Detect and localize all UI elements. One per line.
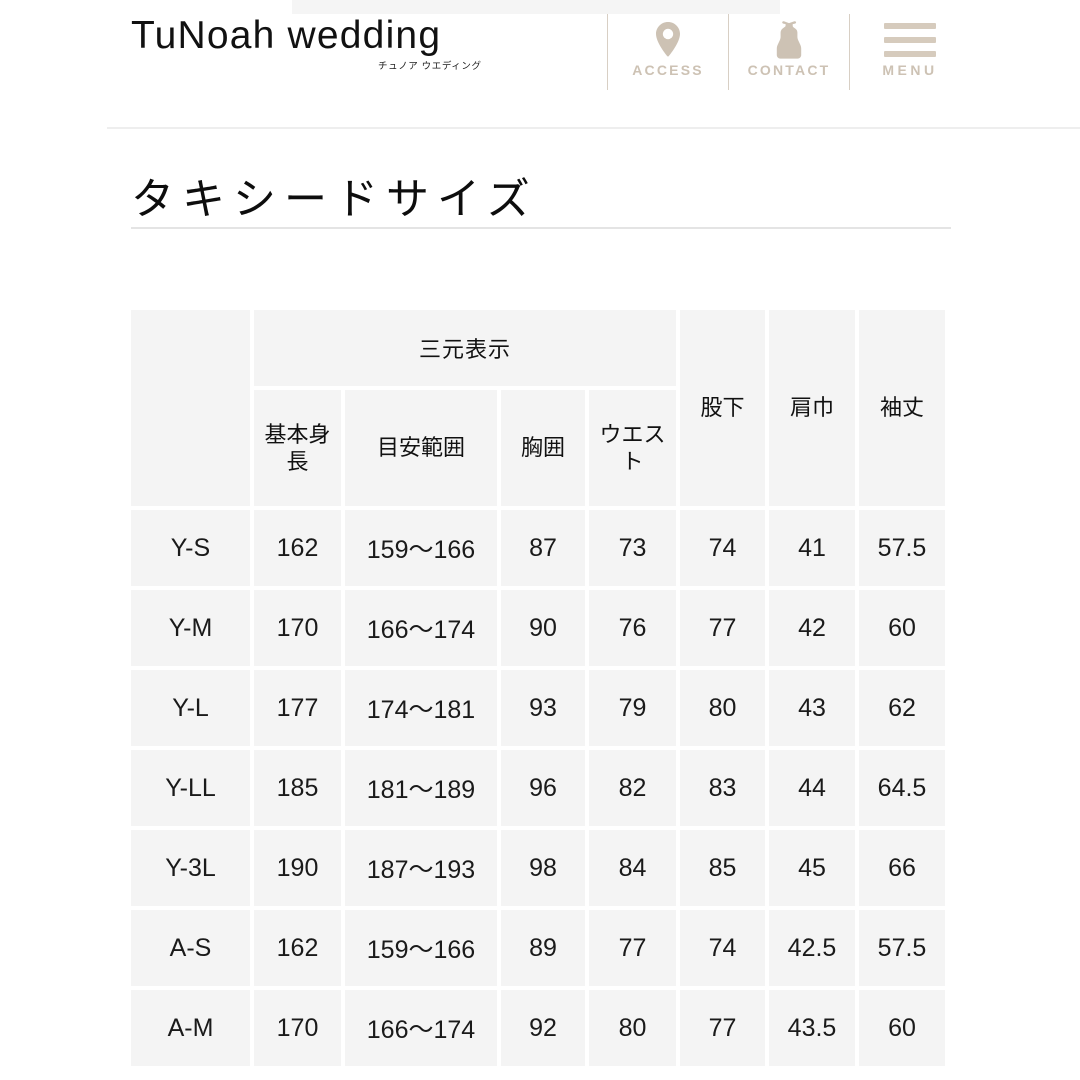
page-title: タキシードサイズ bbox=[131, 176, 538, 224]
cell-size-label: Y-M bbox=[131, 590, 250, 666]
cell-inseam: 85 bbox=[680, 830, 766, 906]
cell-inseam: 74 bbox=[680, 910, 766, 986]
cell-shoulder: 45 bbox=[769, 830, 856, 906]
cell-waist: 84 bbox=[589, 830, 677, 906]
cell-height-range: 187〜193 bbox=[345, 830, 497, 906]
table-header-chest: 胸囲 bbox=[501, 390, 585, 506]
cell-base-height: 162 bbox=[254, 910, 341, 986]
cell-waist: 79 bbox=[589, 670, 677, 746]
cell-chest: 92 bbox=[501, 990, 585, 1066]
cell-sleeve: 64.5 bbox=[859, 750, 946, 826]
cell-base-height: 170 bbox=[254, 590, 341, 666]
cell-size-label: A-S bbox=[131, 910, 250, 986]
nav-label-menu: MENU bbox=[882, 62, 938, 78]
cell-height-range: 159〜166 bbox=[345, 510, 497, 586]
cell-base-height: 190 bbox=[254, 830, 341, 906]
table-corner-cell bbox=[131, 310, 250, 506]
cell-sleeve: 66 bbox=[859, 830, 946, 906]
map-pin-icon bbox=[654, 20, 682, 60]
cell-waist: 77 bbox=[589, 910, 677, 986]
cell-inseam: 74 bbox=[680, 510, 766, 586]
cell-sleeve: 62 bbox=[859, 670, 946, 746]
table-row: A-S 162 159〜166 89 77 74 42.5 57.5 bbox=[131, 910, 946, 986]
cell-height-range: 166〜174 bbox=[345, 990, 497, 1066]
cell-chest: 96 bbox=[501, 750, 585, 826]
cell-height-range: 166〜174 bbox=[345, 590, 497, 666]
cell-base-height: 185 bbox=[254, 750, 341, 826]
table-head: 三元表示 股下 肩巾 袖丈 基本身長 目安範囲 胸囲 ウエスト bbox=[131, 310, 946, 506]
cell-height-range: 174〜181 bbox=[345, 670, 497, 746]
brand-logo-text: TuNoah wedding bbox=[131, 14, 442, 57]
cell-sleeve: 57.5 bbox=[859, 910, 946, 986]
brand-logo-subtitle: チュノア ウエディング bbox=[378, 61, 482, 72]
cell-size-label: Y-LL bbox=[131, 750, 250, 826]
cell-waist: 80 bbox=[589, 990, 677, 1066]
size-table-container: 三元表示 股下 肩巾 袖丈 基本身長 目安範囲 胸囲 ウエスト Y-S 162 15… bbox=[131, 310, 949, 1066]
hamburger-bar bbox=[884, 23, 936, 29]
nav-item-menu[interactable]: MENU bbox=[850, 14, 970, 94]
cell-height-range: 159〜166 bbox=[345, 910, 497, 986]
table-header-shoulder: 肩巾 bbox=[769, 310, 856, 506]
brand-logo-block[interactable]: TuNoah wedding チュノア ウエディング bbox=[131, 14, 531, 72]
table-header-sleeve: 袖丈 bbox=[859, 310, 946, 506]
table-row: Y-LL 185 181〜189 96 82 83 44 64.5 bbox=[131, 750, 946, 826]
table-body: Y-S 162 159〜166 87 73 74 41 57.5 Y-M 170 166〜174 90… bbox=[131, 510, 946, 1066]
cell-chest: 89 bbox=[501, 910, 585, 986]
dress-icon bbox=[773, 20, 805, 60]
table-row: Y-L 177 174〜181 93 79 80 43 62 bbox=[131, 670, 946, 746]
table-header-inseam: 股下 bbox=[680, 310, 766, 506]
cell-shoulder: 44 bbox=[769, 750, 856, 826]
site-header: TuNoah wedding チュノア ウエディング ACCESS CONTAC… bbox=[0, 0, 1080, 128]
hamburger-bars bbox=[884, 23, 936, 57]
nav-label-contact: CONTACT bbox=[747, 62, 831, 78]
cell-base-height: 162 bbox=[254, 510, 341, 586]
table-row: A-M 170 166〜174 92 80 77 43.5 60 bbox=[131, 990, 946, 1066]
cell-shoulder: 42.5 bbox=[769, 910, 856, 986]
cell-base-height: 170 bbox=[254, 990, 341, 1066]
cell-size-label: A-M bbox=[131, 990, 250, 1066]
table-row: Y-M 170 166〜174 90 76 77 42 60 bbox=[131, 590, 946, 666]
table-header-row-1: 三元表示 股下 肩巾 袖丈 bbox=[131, 310, 946, 506]
cell-inseam: 77 bbox=[680, 590, 766, 666]
table-row: Y-S 162 159〜166 87 73 74 41 57.5 bbox=[131, 510, 946, 586]
cell-height-range: 181〜189 bbox=[345, 750, 497, 826]
cell-chest: 87 bbox=[501, 510, 585, 586]
cell-chest: 93 bbox=[501, 670, 585, 746]
cell-inseam: 83 bbox=[680, 750, 766, 826]
cell-inseam: 80 bbox=[680, 670, 766, 746]
hamburger-bar bbox=[884, 37, 936, 43]
header-bottom-rule bbox=[107, 127, 1080, 129]
cell-size-label: Y-L bbox=[131, 670, 250, 746]
nav-label-access: ACCESS bbox=[632, 62, 704, 78]
cell-chest: 90 bbox=[501, 590, 585, 666]
table-header-base-height: 基本身長 bbox=[254, 390, 341, 506]
cell-shoulder: 43.5 bbox=[769, 990, 856, 1066]
cell-sleeve: 60 bbox=[859, 590, 946, 666]
hamburger-bar bbox=[884, 51, 936, 57]
cell-waist: 76 bbox=[589, 590, 677, 666]
cell-size-label: Y-3L bbox=[131, 830, 250, 906]
cell-shoulder: 43 bbox=[769, 670, 856, 746]
table-header-range: 目安範囲 bbox=[345, 390, 497, 506]
cell-chest: 98 bbox=[501, 830, 585, 906]
hamburger-icon bbox=[884, 20, 936, 60]
cell-shoulder: 41 bbox=[769, 510, 856, 586]
cell-sleeve: 57.5 bbox=[859, 510, 946, 586]
tuxedo-size-table: 三元表示 股下 肩巾 袖丈 基本身長 目安範囲 胸囲 ウエスト Y-S 162 15… bbox=[127, 306, 949, 1070]
cell-shoulder: 42 bbox=[769, 590, 856, 666]
table-header-waist: ウエスト bbox=[589, 390, 677, 506]
cell-base-height: 177 bbox=[254, 670, 341, 746]
nav-item-access[interactable]: ACCESS bbox=[608, 14, 728, 94]
table-group-header-sangen: 三元表示 bbox=[254, 310, 677, 386]
nav-item-contact[interactable]: CONTACT bbox=[729, 14, 849, 94]
cell-sleeve: 60 bbox=[859, 990, 946, 1066]
table-row: Y-3L 190 187〜193 98 84 85 45 66 bbox=[131, 830, 946, 906]
title-underline-rule bbox=[131, 227, 951, 229]
cell-size-label: Y-S bbox=[131, 510, 250, 586]
cell-inseam: 77 bbox=[680, 990, 766, 1066]
cell-waist: 73 bbox=[589, 510, 677, 586]
cell-waist: 82 bbox=[589, 750, 677, 826]
primary-navigation: ACCESS CONTACT MENU bbox=[607, 14, 970, 94]
